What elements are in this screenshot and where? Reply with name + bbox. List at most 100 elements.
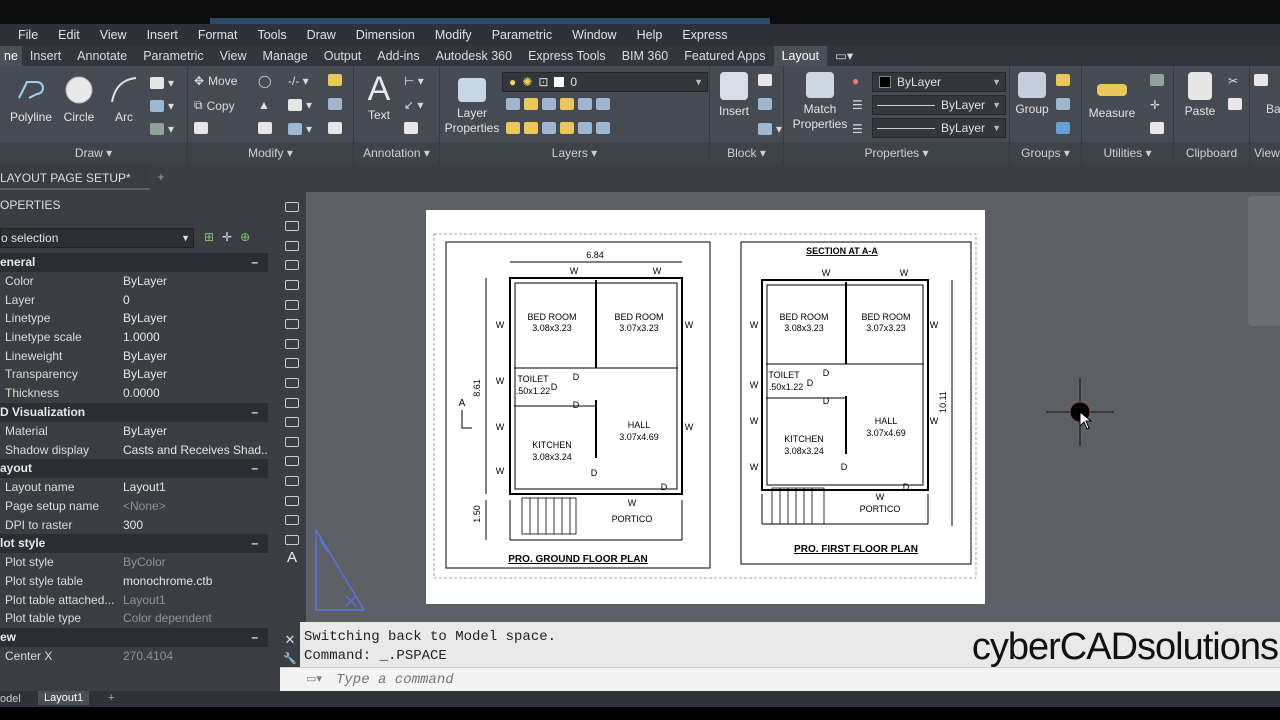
group-button[interactable]: Group: [1012, 72, 1052, 116]
property-row[interactable]: Material ByLayer: [0, 422, 268, 441]
collapse-icon[interactable]: –: [251, 534, 258, 553]
property-category[interactable]: D Visualization –: [0, 402, 268, 422]
new-tab-button[interactable]: +: [152, 170, 170, 186]
gradient-tool-icon[interactable]: [285, 495, 299, 506]
property-value[interactable]: 0: [118, 291, 268, 310]
property-value[interactable]: Layout1: [118, 478, 268, 497]
panel-title-utilities[interactable]: Utilities ▾: [1082, 142, 1173, 164]
ungroup-icon[interactable]: [1056, 74, 1070, 86]
lineweight-dropdown[interactable]: ByLayer ▼: [872, 118, 1006, 138]
tab-insert[interactable]: Insert: [22, 46, 69, 66]
panel-title-modify[interactable]: Modify ▾: [188, 142, 353, 164]
ellipse-arc-tool-icon[interactable]: [285, 397, 299, 408]
property-value[interactable]: Casts and Receives Shad...: [118, 441, 268, 460]
rotate-icon[interactable]: ◯: [258, 74, 271, 88]
point-tool-icon[interactable]: [285, 456, 299, 467]
tab-output[interactable]: Output: [316, 46, 370, 66]
menu-parametric[interactable]: Parametric: [482, 28, 562, 42]
tab-add-ins[interactable]: Add-ins: [369, 46, 427, 66]
menu-insert[interactable]: Insert: [137, 28, 188, 42]
array-icon[interactable]: ▾: [288, 122, 312, 136]
measure-button[interactable]: Measure: [1088, 72, 1136, 120]
tab-parametric[interactable]: Parametric: [135, 46, 211, 66]
panel-title-draw[interactable]: Draw ▾: [0, 142, 187, 164]
command-prompt-icon[interactable]: ▭▾: [306, 672, 322, 685]
menu-draw[interactable]: Draw: [297, 28, 346, 42]
hatch-tool-icon[interactable]: [285, 475, 299, 486]
property-value[interactable]: 1.0000: [118, 328, 268, 347]
close-icon[interactable]: ✕: [280, 632, 300, 648]
tab-express-tools[interactable]: Express Tools: [520, 46, 614, 66]
spline-tool-icon[interactable]: [285, 358, 299, 369]
arc-button[interactable]: Arc: [104, 74, 144, 124]
menu-window[interactable]: Window: [562, 28, 626, 42]
property-category[interactable]: ew –: [0, 628, 268, 647]
property-value[interactable]: ByLayer: [118, 365, 268, 384]
tab-home[interactable]: ne: [0, 46, 22, 66]
property-row[interactable]: Color ByLayer: [0, 272, 268, 291]
tab-model[interactable]: odel: [0, 693, 21, 705]
property-row[interactable]: Transparency ByLayer: [0, 365, 268, 384]
trim-icon[interactable]: -/- ▾: [288, 74, 309, 88]
property-value[interactable]: ByLayer: [118, 272, 268, 291]
table-icon[interactable]: [404, 122, 418, 134]
tab-layout[interactable]: Layout: [773, 46, 828, 66]
cut-icon[interactable]: ✂: [1228, 74, 1238, 88]
wrench-icon[interactable]: 🔧: [280, 652, 300, 665]
property-row[interactable]: Lineweight ByLayer: [0, 347, 268, 366]
tab-annotate[interactable]: Annotate: [69, 46, 135, 66]
scale-icon[interactable]: [258, 122, 272, 134]
property-value[interactable]: ByLayer: [118, 422, 268, 441]
view-icon[interactable]: [1254, 74, 1268, 86]
mirror-icon[interactable]: ▲: [258, 98, 270, 112]
ellipse-tool-icon[interactable]: [285, 377, 299, 388]
property-category[interactable]: eneral –: [0, 253, 268, 272]
dimension-icon[interactable]: ⊢ ▾: [404, 74, 424, 88]
circle-tool-icon[interactable]: [285, 319, 299, 330]
layer-properties-button[interactable]: Layer Properties: [442, 78, 502, 136]
property-row[interactable]: Linetype ByLayer: [0, 309, 268, 328]
create-block-icon[interactable]: [758, 74, 772, 86]
property-value[interactable]: ByLayer: [118, 347, 268, 366]
property-value[interactable]: ByLayer: [118, 309, 268, 328]
text-button[interactable]: A Text: [362, 70, 396, 122]
polyline-tool-icon[interactable]: [285, 240, 299, 251]
gradient-icon[interactable]: ▾: [150, 122, 174, 136]
collapse-icon[interactable]: –: [251, 459, 258, 478]
tab-layout1[interactable]: Layout1: [38, 691, 90, 705]
property-row[interactable]: Linetype scale 1.0000: [0, 328, 268, 347]
property-row[interactable]: Plot table attached... Layout1: [0, 591, 268, 610]
rectangle-tool-icon[interactable]: [285, 279, 299, 290]
command-input[interactable]: [336, 670, 936, 689]
menu-view[interactable]: View: [90, 28, 137, 42]
rectangle-icon[interactable]: ▾: [150, 76, 174, 90]
panel-title-properties[interactable]: Properties ▾: [784, 142, 1009, 164]
region-tool-icon[interactable]: [285, 515, 299, 526]
menu-file[interactable]: File: [8, 28, 48, 42]
panel-title-clipboard[interactable]: Clipboard: [1174, 142, 1249, 164]
property-category[interactable]: lot style –: [0, 534, 268, 554]
stretch-icon[interactable]: [194, 122, 208, 134]
copy-button[interactable]: ⧉ Copy: [194, 98, 235, 113]
group-select-icon[interactable]: [1056, 122, 1070, 134]
property-row[interactable]: Plot style table monochrome.ctb: [0, 572, 268, 591]
panel-title-view[interactable]: View: [1250, 142, 1280, 164]
tab-bim-360[interactable]: BIM 360: [614, 46, 677, 66]
panel-title-groups[interactable]: Groups ▾: [1010, 142, 1081, 164]
layer-tools-row2[interactable]: [506, 122, 610, 134]
property-row[interactable]: Center X 270.4104: [0, 647, 268, 666]
document-tab[interactable]: LAYOUT PAGE SETUP*: [0, 166, 150, 190]
panel-title-layers[interactable]: Layers ▾: [440, 142, 709, 164]
block-tool-icon[interactable]: [285, 436, 299, 447]
layer-tools-row1[interactable]: [506, 98, 610, 110]
fillet-icon[interactable]: ▾: [288, 98, 312, 112]
panel-title-block[interactable]: Block ▾: [710, 142, 783, 164]
property-value[interactable]: monochrome.ctb: [118, 572, 268, 591]
insert-tool-icon[interactable]: [285, 417, 299, 428]
hatch-icon[interactable]: ▾: [150, 99, 174, 113]
menu-modify[interactable]: Modify: [425, 28, 482, 42]
lineweight-icon[interactable]: ☰: [852, 122, 863, 136]
property-value[interactable]: Color dependent: [118, 609, 268, 628]
paste-button[interactable]: Paste: [1180, 72, 1220, 118]
property-row[interactable]: DPI to raster 300: [0, 516, 268, 535]
